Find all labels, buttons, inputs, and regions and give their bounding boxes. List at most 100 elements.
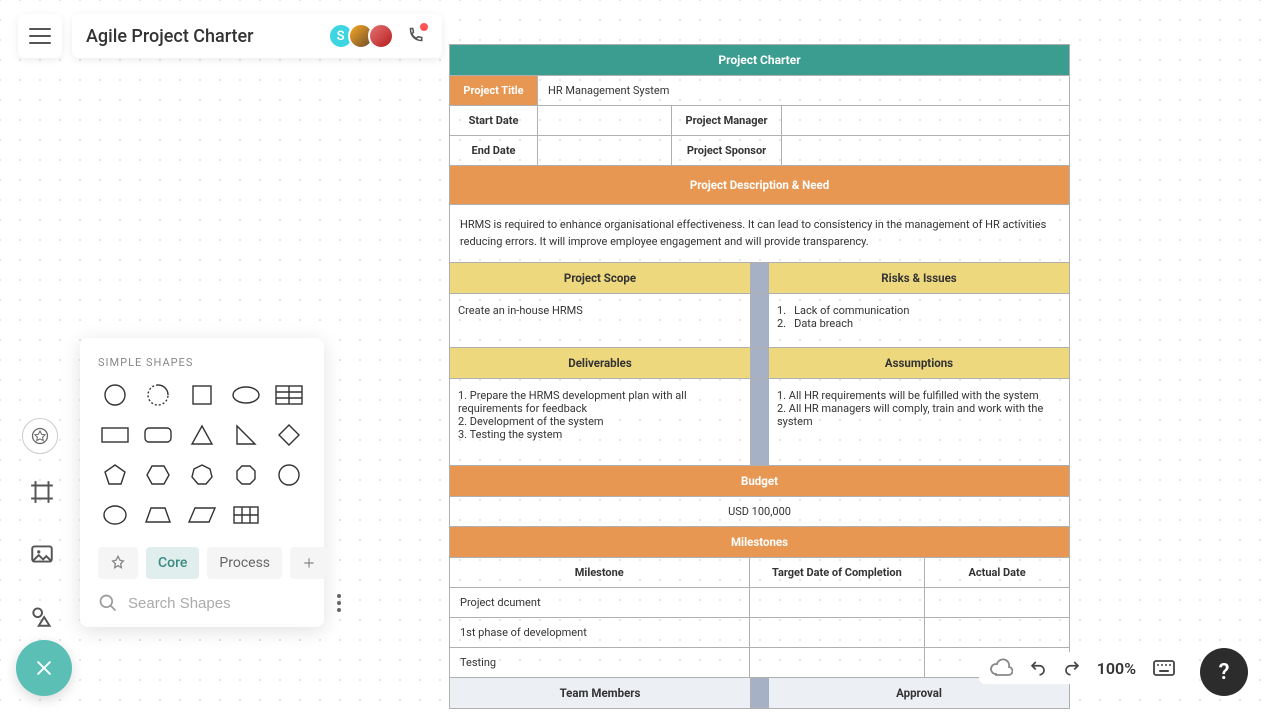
avatar-3[interactable] [368, 23, 394, 49]
project-manager-value[interactable] [782, 106, 1069, 135]
star-shape-icon [30, 426, 50, 446]
risks-header: Risks & Issues [769, 263, 1069, 293]
deliv-3[interactable]: 3. Testing the system [458, 428, 742, 441]
project-sponsor-value[interactable] [782, 136, 1069, 165]
risk-2[interactable]: Data breach [794, 317, 853, 330]
shape-square[interactable] [185, 381, 219, 409]
assump-1[interactable]: 1. All HR requirements will be fulfilled… [777, 389, 1061, 402]
search-icon [98, 593, 118, 613]
gap [751, 263, 769, 293]
ms-row1-actual[interactable] [925, 588, 1069, 617]
tab-core[interactable]: Core [146, 547, 199, 579]
shape-rounded-rect[interactable] [142, 421, 176, 449]
call-button[interactable] [402, 23, 428, 49]
zoom-level[interactable]: 100% [1097, 659, 1136, 678]
shape-hexagon[interactable] [142, 461, 176, 489]
main-menu-button[interactable] [18, 14, 62, 58]
cloud-sync-button[interactable] [989, 658, 1013, 678]
shape-grid-table[interactable] [229, 501, 263, 529]
ms-row2-actual[interactable] [925, 618, 1069, 647]
frame-tool-button[interactable] [26, 476, 58, 508]
shape-ellipse[interactable] [229, 381, 263, 409]
pin-tab[interactable] [98, 547, 138, 579]
ms-row2-name[interactable]: 1st phase of development [450, 618, 750, 647]
tab-add[interactable] [290, 547, 328, 579]
hamburger-icon [29, 28, 51, 44]
end-date-value[interactable] [538, 136, 672, 165]
project-manager-label: Project Manager [672, 106, 782, 135]
start-date-label: Start Date [450, 106, 538, 135]
shape-triangle[interactable] [185, 421, 219, 449]
close-panel-button[interactable] [16, 640, 72, 696]
gap [751, 379, 769, 465]
undo-button[interactable] [1029, 659, 1047, 677]
document-title[interactable]: Agile Project Charter [86, 26, 254, 47]
shape-octagon[interactable] [229, 461, 263, 489]
title-bar: Agile Project Charter S [72, 14, 442, 58]
shapes-grid [98, 381, 306, 529]
image-tool-button[interactable] [26, 538, 58, 570]
risk-1[interactable]: Lack of communication [794, 304, 909, 317]
project-title-label: Project Title [450, 76, 538, 105]
keyboard-button[interactable] [1152, 659, 1176, 677]
shape-heptagon[interactable] [185, 461, 219, 489]
pin-icon [110, 555, 126, 571]
desc-body[interactable]: HRMS is required to enhance organisation… [450, 205, 1069, 262]
ms-row1-target[interactable] [750, 588, 926, 617]
ms-col-target: Target Date of Completion [750, 558, 926, 587]
shapes-tool-button[interactable] [22, 418, 58, 454]
gap [751, 294, 769, 347]
close-icon [33, 657, 55, 679]
shape-parallelogram[interactable] [185, 501, 219, 529]
frame-icon [29, 479, 55, 505]
redo-button[interactable] [1063, 659, 1081, 677]
shape-diamond[interactable] [272, 421, 306, 449]
shape-right-triangle[interactable] [229, 421, 263, 449]
project-charter-document[interactable]: Project Charter Project Title HR Managem… [449, 44, 1070, 709]
shape-arc[interactable] [142, 381, 176, 409]
search-shapes-input[interactable] [128, 595, 327, 612]
shape-decagon[interactable] [272, 461, 306, 489]
gap [751, 678, 769, 708]
shape-pentagon[interactable] [98, 461, 132, 489]
bottom-toolbar: 100% [979, 652, 1186, 684]
plus-icon [302, 556, 316, 570]
scope-body[interactable]: Create an in-house HRMS [450, 294, 751, 347]
charter-title: Project Charter [450, 45, 1069, 75]
milestones-header: Milestones [450, 527, 1069, 557]
tab-process[interactable]: Process [207, 547, 282, 579]
phone-icon [406, 27, 424, 45]
shape-circle[interactable] [98, 381, 132, 409]
shape-rectangle[interactable] [98, 421, 132, 449]
shapes-icon [29, 603, 55, 629]
shape-trapezoid[interactable] [142, 501, 176, 529]
collaborator-avatars: S [334, 23, 428, 49]
start-date-value[interactable] [538, 106, 672, 135]
undo-icon [1029, 659, 1047, 677]
gap [751, 348, 769, 378]
shapes-panel: SIMPLE SHAPES Core Process [80, 338, 324, 627]
team-header: Team Members [450, 678, 751, 708]
budget-value[interactable]: USD 100,000 [450, 497, 1069, 526]
deliv-2[interactable]: 2. Development of the system [458, 415, 742, 428]
ms-row1-name[interactable]: Project dcument [450, 588, 750, 617]
image-icon [29, 541, 55, 567]
end-date-label: End Date [450, 136, 538, 165]
keyboard-icon [1152, 659, 1176, 677]
shape-cylinder-top[interactable] [98, 501, 132, 529]
ms-row3-target[interactable] [750, 648, 926, 677]
deliv-1[interactable]: 1. Prepare the HRMS development plan wit… [458, 389, 742, 415]
ms-row2-target[interactable] [750, 618, 926, 647]
shapes-more-menu[interactable] [337, 594, 341, 612]
shape-table-lines[interactable] [272, 381, 306, 409]
deliverables-header: Deliverables [450, 348, 751, 378]
assump-2[interactable]: 2. All HR managers will comply, train an… [777, 402, 1061, 428]
shapes-tool-button-2[interactable] [26, 600, 58, 632]
cloud-icon [989, 658, 1013, 678]
project-title-value[interactable]: HR Management System [538, 76, 1069, 105]
assumptions-header: Assumptions [769, 348, 1069, 378]
help-button[interactable]: ? [1200, 648, 1248, 696]
ms-col-actual: Actual Date [925, 558, 1069, 587]
ms-col-milestone: Milestone [450, 558, 750, 587]
ms-row3-name[interactable]: Testing [450, 648, 750, 677]
